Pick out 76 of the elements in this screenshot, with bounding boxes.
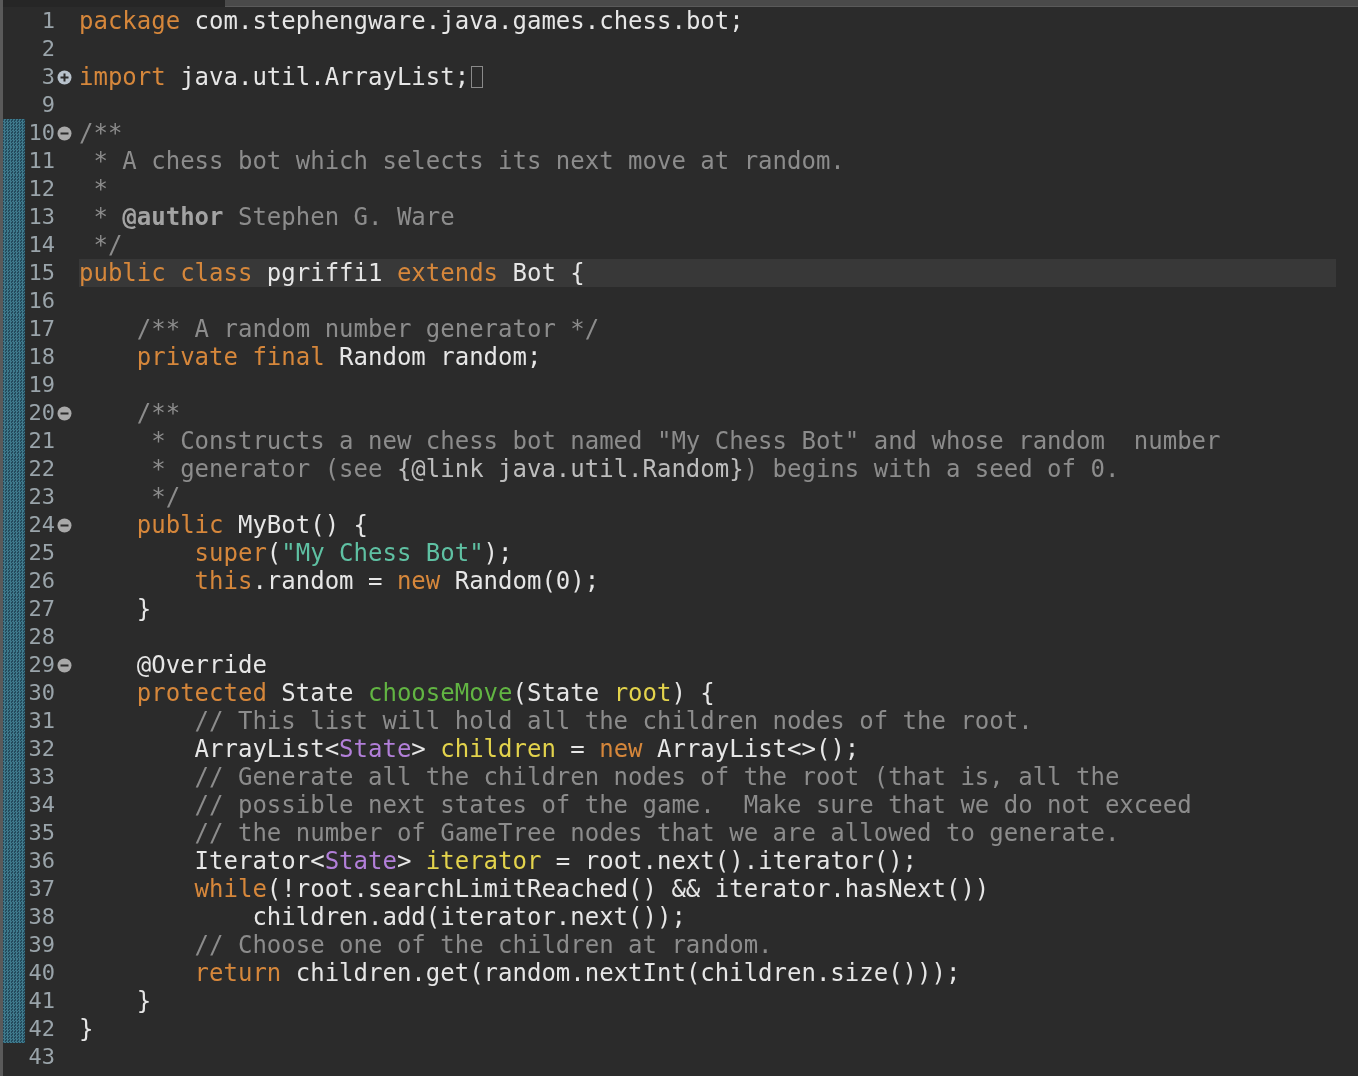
code-line: * Constructs a new chess bot named "My Chess Bot" and whose random number bbox=[150, 427, 1221, 455]
folded-code-marker-icon[interactable] bbox=[471, 66, 484, 88]
line-number: 40 bbox=[27, 959, 55, 987]
line-number: 9 bbox=[40, 91, 55, 119]
code-line: package com.stephengware.java.games.chess.bot; bbox=[79, 7, 744, 35]
line-number: 32 bbox=[27, 735, 55, 763]
line-number: 22 bbox=[27, 455, 55, 483]
code-line: * A chess bot which selects its next move at random. bbox=[92, 147, 845, 175]
line-number: 11 bbox=[27, 147, 55, 175]
line-number: 43 bbox=[27, 1043, 55, 1071]
code-line: /** A random number generator */ bbox=[135, 315, 600, 343]
code-line: */ bbox=[150, 483, 181, 511]
line-number: 30 bbox=[27, 679, 55, 707]
line-number: 31 bbox=[27, 707, 55, 735]
line-number: 33 bbox=[27, 763, 55, 791]
code-line: public class pgriffi1 extends Bot { bbox=[79, 259, 585, 287]
code-line: * @author Stephen G. Ware bbox=[92, 203, 455, 231]
line-number: 25 bbox=[27, 539, 55, 567]
line-number: 34 bbox=[27, 791, 55, 819]
line-number: 12 bbox=[27, 175, 55, 203]
line-number: 15 bbox=[27, 259, 55, 287]
line-number: 36 bbox=[27, 847, 55, 875]
code-line: // the number of GameTree nodes that we are allowed to generate. bbox=[193, 819, 1120, 847]
code-line: @Override bbox=[135, 651, 267, 679]
line-number: 41 bbox=[27, 987, 55, 1015]
line-number: 26 bbox=[27, 567, 55, 595]
code-line: public MyBot() { bbox=[135, 511, 368, 539]
minus-circle-icon[interactable] bbox=[57, 405, 72, 421]
code-line: // This list will hold all the children nodes of the root. bbox=[193, 707, 1033, 735]
code-line: return children.get(random.nextInt(children.size())); bbox=[193, 959, 961, 987]
line-number: 28 bbox=[27, 623, 55, 651]
line-number: 13 bbox=[27, 203, 55, 231]
line-number: 39 bbox=[27, 931, 55, 959]
line-number: 1 bbox=[40, 7, 55, 35]
code-line: } bbox=[79, 1015, 94, 1043]
minus-circle-icon[interactable] bbox=[57, 517, 72, 533]
code-line: ArrayList<State> children = new ArrayList<>(); bbox=[193, 735, 860, 763]
code-line: // possible next states of the game. Make sure that we do not exceed bbox=[193, 791, 1192, 819]
code-line: * bbox=[92, 175, 108, 203]
line-number: 19 bbox=[27, 371, 55, 399]
line-number: 27 bbox=[27, 595, 55, 623]
line-number: 20 bbox=[27, 399, 55, 427]
line-number: 23 bbox=[27, 483, 55, 511]
code-line: * generator (see {@link java.util.Random}) begins with a seed of 0. bbox=[150, 455, 1120, 483]
code-line: this.random = new Random(0); bbox=[193, 567, 600, 595]
code-line: */ bbox=[92, 231, 123, 259]
code-line: protected State chooseMove(State root) { bbox=[135, 679, 715, 707]
line-number: 16 bbox=[27, 287, 55, 315]
line-number: 29 bbox=[27, 651, 55, 679]
code-line: children.add(iterator.next()); bbox=[251, 903, 686, 931]
code-line: /** bbox=[79, 119, 123, 147]
code-line: } bbox=[135, 987, 152, 1015]
line-number: 2 bbox=[40, 35, 55, 63]
line-number: 17 bbox=[27, 315, 55, 343]
code-line: super("My Chess Bot"); bbox=[193, 539, 513, 567]
line-number: 14 bbox=[27, 231, 55, 259]
minus-circle-icon[interactable] bbox=[57, 657, 72, 673]
code-line: while(!root.searchLimitReached() && iterator.hasNext()) bbox=[193, 875, 990, 903]
code-line: /** bbox=[135, 399, 181, 427]
code-line: } bbox=[135, 595, 152, 623]
line-number: 10 bbox=[27, 119, 55, 147]
line-number: 37 bbox=[27, 875, 55, 903]
code-line: // Choose one of the children at random. bbox=[193, 931, 773, 959]
line-number: 35 bbox=[27, 819, 55, 847]
minus-circle-icon[interactable] bbox=[57, 125, 72, 141]
code-line: Iterator<State> iterator = root.next().iterator(); bbox=[193, 847, 918, 875]
line-number: 42 bbox=[27, 1015, 55, 1043]
line-number: 24 bbox=[27, 511, 55, 539]
line-number: 18 bbox=[27, 343, 55, 371]
line-number: 38 bbox=[27, 903, 55, 931]
plus-circle-icon[interactable] bbox=[57, 69, 72, 85]
code-line: // Generate all the children nodes of the root (that is, all the bbox=[193, 763, 1120, 791]
code-line: import java.util.ArrayList; bbox=[79, 63, 470, 91]
code-line: private final Random random; bbox=[135, 343, 542, 371]
line-number: 21 bbox=[27, 427, 55, 455]
line-number: 3 bbox=[40, 63, 55, 91]
